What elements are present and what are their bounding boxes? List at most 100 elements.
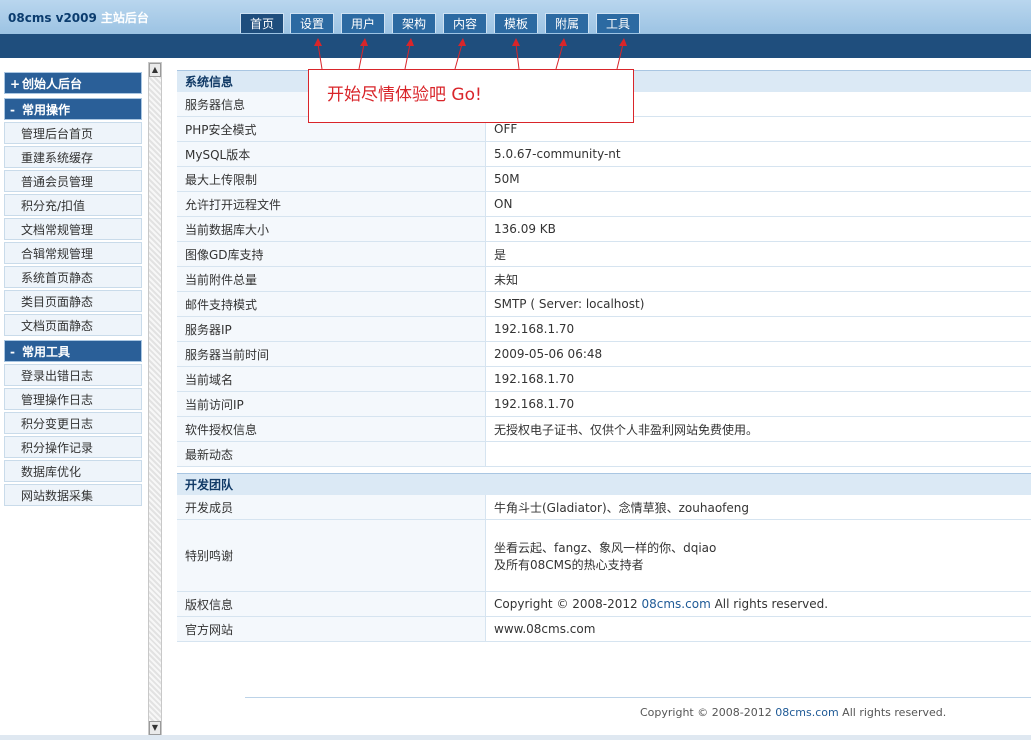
row-value: 2009-05-06 06:48 bbox=[485, 341, 1031, 367]
row-label: 特别鸣谢 bbox=[177, 519, 486, 592]
tab-users[interactable]: 用户 bbox=[341, 13, 385, 33]
row-label: 当前数据库大小 bbox=[177, 216, 486, 242]
callout-box: 开始尽情体验吧 Go! bbox=[308, 69, 634, 123]
sidebar-item-data-collect[interactable]: 网站数据采集 bbox=[4, 484, 142, 506]
collapse-icon: - bbox=[10, 345, 15, 359]
row-value: 50M bbox=[485, 166, 1031, 192]
copyright-text: Copyright © 2008-2012 bbox=[494, 597, 642, 611]
row-value: 牛角斗士(Gladiator)、念情草狼、zouhaofeng bbox=[485, 495, 1031, 520]
row-label: 软件授权信息 bbox=[177, 416, 486, 442]
sidebar-item-albums[interactable]: 合辑常规管理 bbox=[4, 242, 142, 264]
sidebar-item-static-document[interactable]: 文档页面静态 bbox=[4, 314, 142, 336]
dev-team-table: 开发成员 牛角斗士(Gladiator)、念情草狼、zouhaofeng 特别鸣… bbox=[177, 495, 1031, 642]
footer-divider bbox=[245, 697, 1031, 698]
row-label: 当前域名 bbox=[177, 366, 486, 392]
sidebar-item-static-home[interactable]: 系统首页静态 bbox=[4, 266, 142, 288]
footer-suffix: All rights reserved. bbox=[838, 706, 947, 719]
table-row: 特别鸣谢 坐看云起、fangz、象风一样的你、dqiao 及所有08CMS的热心… bbox=[177, 519, 1031, 592]
row-value: 无授权电子证书、仅供个人非盈利网站免费使用。 bbox=[485, 416, 1031, 442]
row-label: MySQL版本 bbox=[177, 141, 486, 167]
table-row: 当前域名 192.168.1.70 bbox=[177, 366, 1031, 392]
row-value: Copyright © 2008-2012 08cms.com All righ… bbox=[485, 591, 1031, 617]
row-value: 是 bbox=[485, 241, 1031, 267]
row-value: 未知 bbox=[485, 266, 1031, 292]
tab-templates[interactable]: 模板 bbox=[494, 13, 538, 33]
sidebar-item-points-record[interactable]: 积分操作记录 bbox=[4, 436, 142, 458]
sidebar-head-label: 常用工具 bbox=[22, 345, 71, 359]
table-row: 当前访问IP 192.168.1.70 bbox=[177, 391, 1031, 417]
sidebar-item-db-optimize[interactable]: 数据库优化 bbox=[4, 460, 142, 482]
header: 08cms v2009 主站后台 首页 设置 用户 架构 内容 模板 附属 工具 bbox=[0, 0, 1031, 58]
table-row: 版权信息 Copyright © 2008-2012 08cms.com All… bbox=[177, 591, 1031, 617]
sidebar-item-points[interactable]: 积分充/扣值 bbox=[4, 194, 142, 216]
row-label: 最大上传限制 bbox=[177, 166, 486, 192]
tab-attachments[interactable]: 附属 bbox=[545, 13, 589, 33]
sidebar-item-login-log[interactable]: 登录出错日志 bbox=[4, 364, 142, 386]
sidebar-item-points-log[interactable]: 积分变更日志 bbox=[4, 412, 142, 434]
row-value: 192.168.1.70 bbox=[485, 366, 1031, 392]
row-value: 5.0.67-community-nt bbox=[485, 141, 1031, 167]
table-row: 开发成员 牛角斗士(Gladiator)、念情草狼、zouhaofeng bbox=[177, 495, 1031, 520]
brand-name: 08cms v2009 bbox=[8, 11, 97, 25]
row-label: 版权信息 bbox=[177, 591, 486, 617]
thanks-line-1: 坐看云起、fangz、象风一样的你、dqiao bbox=[494, 540, 717, 555]
table-row: 最新动态 bbox=[177, 441, 1031, 467]
main-content: 系统信息 服务器信息WINNT PHP v5.2.8PHP安全模式OFFMySQ… bbox=[177, 70, 1031, 642]
footer: Copyright © 2008-2012 08cms.com All righ… bbox=[640, 706, 946, 719]
row-value: ON bbox=[485, 191, 1031, 217]
copyright-suffix: All rights reserved. bbox=[710, 597, 829, 611]
table-row: 当前附件总量 未知 bbox=[177, 266, 1031, 292]
thanks-line-2: 及所有08CMS的热心支持者 bbox=[494, 557, 644, 572]
scrollbar[interactable]: ▲ ▼ bbox=[148, 62, 162, 736]
table-row: 服务器当前时间 2009-05-06 06:48 bbox=[177, 341, 1031, 367]
row-label: 允许打开远程文件 bbox=[177, 191, 486, 217]
sidebar-item-static-category[interactable]: 类目页面静态 bbox=[4, 290, 142, 312]
sidebar-item-admin-log[interactable]: 管理操作日志 bbox=[4, 388, 142, 410]
brand: 08cms v2009 主站后台 bbox=[8, 9, 149, 26]
sidebar-item-members[interactable]: 普通会员管理 bbox=[4, 170, 142, 192]
row-label: 服务器IP bbox=[177, 316, 486, 342]
table-row: 邮件支持模式 SMTP ( Server: localhost) bbox=[177, 291, 1031, 317]
row-label: 最新动态 bbox=[177, 441, 486, 467]
expand-icon: + bbox=[10, 77, 21, 91]
table-row: 当前数据库大小 136.09 KB bbox=[177, 216, 1031, 242]
sidebar-item-documents[interactable]: 文档常规管理 bbox=[4, 218, 142, 240]
tab-settings[interactable]: 设置 bbox=[290, 13, 334, 33]
row-value: 136.09 KB bbox=[485, 216, 1031, 242]
bottom-bar bbox=[0, 735, 1031, 740]
official-site-link[interactable]: www.08cms.com bbox=[485, 616, 1031, 642]
sidebar: + 创始人后台 - 常用操作 管理后台首页 重建系统缓存 普通会员管理 积分充/扣值… bbox=[4, 72, 142, 510]
table-row: 最大上传限制 50M bbox=[177, 166, 1031, 192]
sidebar-group-founder: + 创始人后台 bbox=[4, 72, 142, 94]
tab-tools[interactable]: 工具 bbox=[596, 13, 640, 33]
footer-text: Copyright © 2008-2012 bbox=[640, 706, 776, 719]
row-label: 当前附件总量 bbox=[177, 266, 486, 292]
row-label: 当前访问IP bbox=[177, 391, 486, 417]
footer-link[interactable]: 08cms.com bbox=[775, 706, 838, 719]
sidebar-head-founder[interactable]: + 创始人后台 bbox=[4, 72, 142, 94]
sidebar-item-rebuild-cache[interactable]: 重建系统缓存 bbox=[4, 146, 142, 168]
tab-home[interactable]: 首页 bbox=[240, 13, 284, 33]
system-info-table: 服务器信息WINNT PHP v5.2.8PHP安全模式OFFMySQL版本5.… bbox=[177, 92, 1031, 467]
sidebar-head-label: 常用操作 bbox=[22, 103, 71, 117]
sidebar-head-common-ops[interactable]: - 常用操作 bbox=[4, 98, 142, 120]
table-row: 服务器IP 192.168.1.70 bbox=[177, 316, 1031, 342]
sidebar-head-label: 创始人后台 bbox=[22, 77, 83, 91]
table-row: MySQL版本 5.0.67-community-nt bbox=[177, 141, 1031, 167]
row-value: 192.168.1.70 bbox=[485, 391, 1031, 417]
sidebar-head-common-tools[interactable]: - 常用工具 bbox=[4, 340, 142, 362]
sidebar-item-admin-home[interactable]: 管理后台首页 bbox=[4, 122, 142, 144]
tab-structure[interactable]: 架构 bbox=[392, 13, 436, 33]
row-label: 邮件支持模式 bbox=[177, 291, 486, 317]
row-value: SMTP ( Server: localhost) bbox=[485, 291, 1031, 317]
scroll-up-icon[interactable]: ▲ bbox=[149, 63, 161, 77]
table-row: 允许打开远程文件 ON bbox=[177, 191, 1031, 217]
scroll-down-icon[interactable]: ▼ bbox=[149, 721, 161, 735]
collapse-icon: - bbox=[10, 103, 15, 117]
row-label: 官方网站 bbox=[177, 616, 486, 642]
brand-subtitle: 主站后台 bbox=[100, 11, 149, 25]
tab-content[interactable]: 内容 bbox=[443, 13, 487, 33]
table-row: 软件授权信息 无授权电子证书、仅供个人非盈利网站免费使用。 bbox=[177, 416, 1031, 442]
copyright-link[interactable]: 08cms.com bbox=[642, 597, 711, 611]
sidebar-group-common-tools: - 常用工具 登录出错日志 管理操作日志 积分变更日志 积分操作记录 数据库优化 … bbox=[4, 340, 142, 506]
